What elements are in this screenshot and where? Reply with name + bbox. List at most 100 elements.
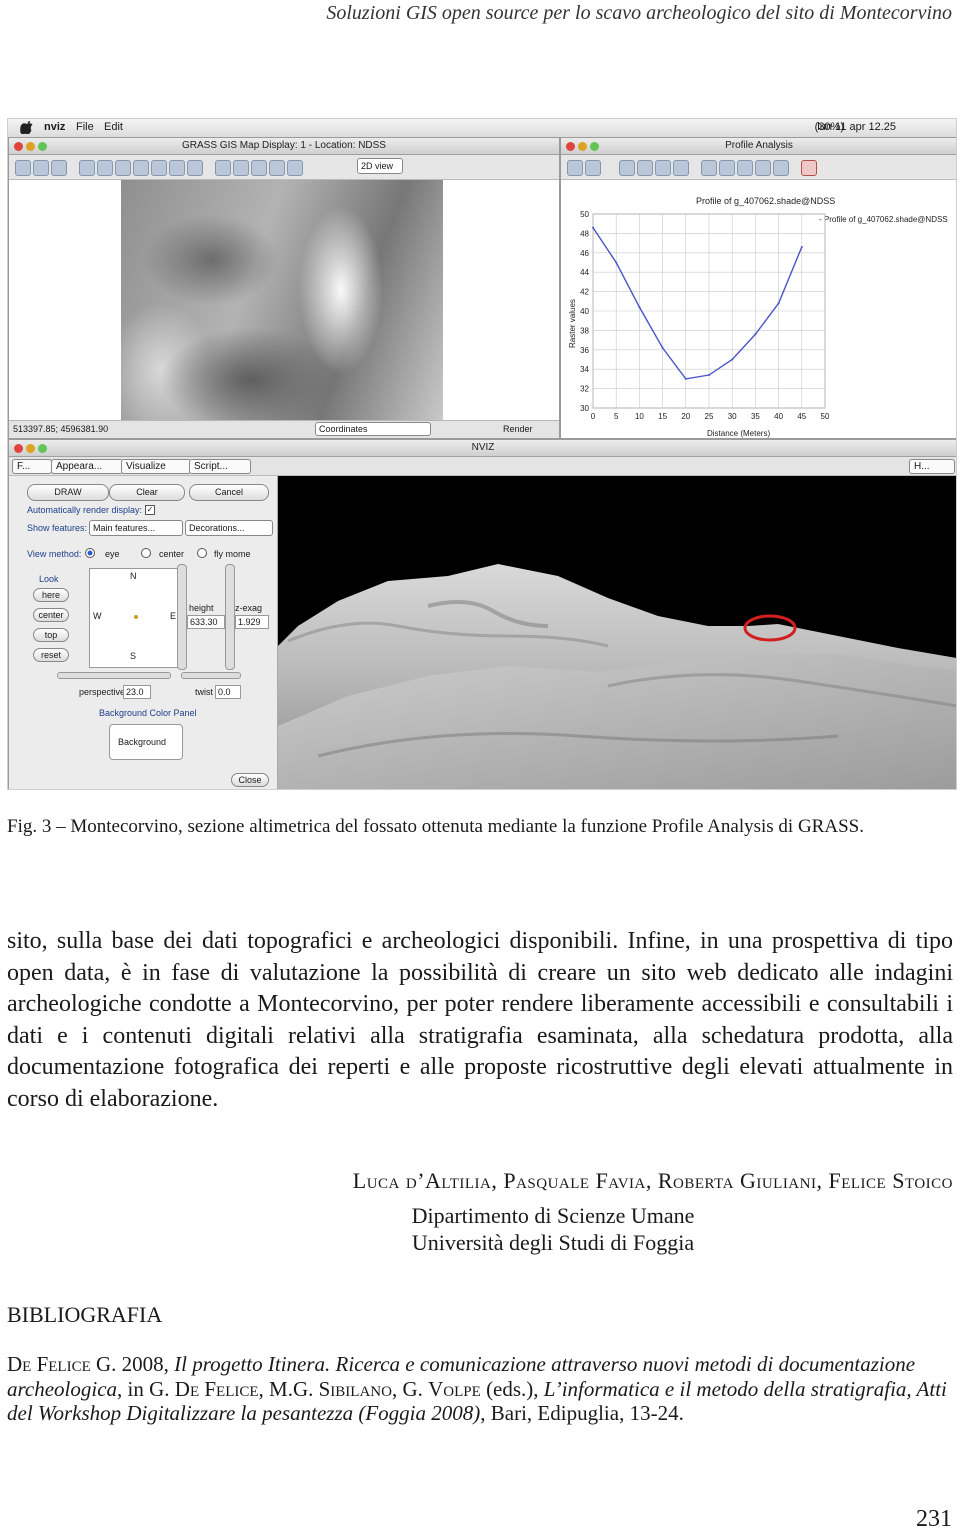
pan-icon[interactable] [637, 160, 653, 176]
close-window-button[interactable] [566, 142, 575, 151]
height-value[interactable]: 633.30 [187, 615, 225, 629]
x-tick-label: 30 [728, 412, 737, 421]
apple-icon[interactable] [20, 121, 34, 134]
view-center-radio[interactable] [141, 548, 151, 558]
mac-menubar: nviz File Edit (30%) lun 11 apr 12.25 [8, 119, 956, 138]
text-icon[interactable] [287, 160, 303, 176]
zoom-menu-icon[interactable] [187, 160, 203, 176]
auto-render-label: Automatically render display: [27, 505, 143, 515]
background-color-swatch[interactable]: Background [109, 724, 183, 760]
view-fly-radio[interactable] [197, 548, 207, 558]
print-icon[interactable] [269, 160, 285, 176]
pointer-icon[interactable] [619, 160, 635, 176]
minimize-window-button[interactable] [26, 444, 35, 453]
zexag-slider[interactable] [225, 564, 235, 670]
cancel-button[interactable]: Cancel [189, 484, 269, 501]
erase-icon[interactable] [51, 160, 67, 176]
close-button[interactable]: Close [231, 773, 269, 787]
decorations-select[interactable]: Decorations... [185, 520, 273, 536]
profile-point [754, 333, 757, 336]
y-tick-label: 42 [580, 288, 589, 297]
menu-file[interactable]: F... [12, 459, 52, 474]
menu-visualize[interactable]: Visualize [121, 459, 191, 474]
map-display-titlebar: GRASS GIS Map Display: 1 - Location: NDS… [9, 138, 559, 155]
look-center-button[interactable]: center [33, 608, 69, 622]
y-tick-label: 32 [580, 385, 589, 394]
map-display-window: GRASS GIS Map Display: 1 - Location: NDS… [8, 137, 560, 439]
zoom-window-button[interactable] [590, 142, 599, 151]
map-toolbar: 2D view [9, 155, 559, 180]
pan-icon[interactable] [115, 160, 131, 176]
x-tick-label: 0 [591, 412, 596, 421]
zoom-in-icon[interactable] [655, 160, 671, 176]
bib-eds: (eds.), [480, 1376, 544, 1401]
query-icon[interactable] [97, 160, 113, 176]
look-here-button[interactable]: here [33, 588, 69, 602]
x-tick-label: 5 [614, 412, 619, 421]
compass-south: S [130, 651, 137, 661]
university: Università degli Studi di Foggia [411, 1230, 695, 1255]
minimize-window-button[interactable] [578, 142, 587, 151]
close-window-button[interactable] [14, 142, 23, 151]
zoom-window-button[interactable] [38, 142, 47, 151]
close-window-button[interactable] [14, 444, 23, 453]
affiliation: Dipartimento di Scienze Umane Università… [372, 1202, 734, 1256]
menu-help[interactable]: H... [909, 459, 955, 474]
render-checkbox-label[interactable]: Render [503, 424, 533, 434]
clear-button[interactable]: Clear [109, 484, 185, 501]
perspective-value[interactable]: 23.0 [123, 685, 151, 699]
main-features-select[interactable]: Main features... [89, 520, 183, 536]
minimize-window-button[interactable] [26, 142, 35, 151]
y-tick-label: 48 [580, 229, 589, 238]
height-slider[interactable] [177, 564, 187, 670]
y-tick-label: 34 [580, 365, 589, 374]
pointer-icon[interactable] [79, 160, 95, 176]
analysis-icon[interactable] [215, 160, 231, 176]
display-map-icon[interactable] [15, 160, 31, 176]
figure-screenshot: nviz File Edit (30%) lun 11 apr 12.25 GR… [7, 118, 957, 790]
save-icon[interactable] [251, 160, 267, 176]
viewer-position-marker[interactable] [134, 615, 138, 619]
map-canvas[interactable] [9, 180, 559, 420]
view-eye-radio[interactable] [85, 548, 95, 558]
zoom-back-icon[interactable] [169, 160, 185, 176]
statusbar-mode-select[interactable]: Coordinates [315, 422, 431, 436]
zexag-value[interactable]: 1.929 [235, 615, 269, 629]
bib-year: 2008, [116, 1352, 175, 1376]
bib-editor: Sibilano [318, 1376, 392, 1401]
menubar-file[interactable]: File [76, 121, 94, 133]
perspective-slider[interactable] [57, 672, 171, 679]
profile-point [638, 306, 641, 309]
zoom-in-icon[interactable] [133, 160, 149, 176]
zoom-out-icon[interactable] [151, 160, 167, 176]
settings-icon[interactable] [719, 160, 735, 176]
statistics-icon[interactable] [773, 160, 789, 176]
look-reset-button[interactable]: reset [33, 648, 69, 662]
draw-button[interactable]: DRAW [27, 484, 109, 501]
quit-icon[interactable] [801, 160, 817, 176]
save-icon[interactable] [737, 160, 753, 176]
menu-appearance[interactable]: Appeara... [51, 459, 123, 474]
auto-render-checkbox[interactable]: ✓ [145, 505, 155, 515]
view-method-label: View method: [27, 549, 82, 559]
select-raster-icon[interactable] [585, 160, 601, 176]
draw-profile-icon[interactable] [701, 160, 717, 176]
nviz-3d-scene[interactable] [278, 476, 956, 789]
menu-script[interactable]: Script... [189, 459, 251, 474]
overlay-icon[interactable] [233, 160, 249, 176]
view-mode-select[interactable]: 2D view [357, 158, 403, 174]
zoom-window-button[interactable] [38, 444, 47, 453]
zoom-out-icon[interactable] [673, 160, 689, 176]
render-map-icon[interactable] [33, 160, 49, 176]
menubar-app-name[interactable]: nviz [44, 121, 65, 133]
menubar-edit[interactable]: Edit [104, 121, 123, 133]
draw-transect-icon[interactable] [567, 160, 583, 176]
look-top-button[interactable]: top [33, 628, 69, 642]
twist-slider[interactable] [181, 672, 241, 679]
position-compass[interactable]: N S E W [89, 568, 181, 668]
profile-point [777, 302, 780, 305]
twist-value[interactable]: 0.0 [215, 685, 241, 699]
y-tick-label: 30 [580, 404, 589, 413]
export-icon[interactable] [755, 160, 771, 176]
x-tick-label: 20 [681, 412, 690, 421]
